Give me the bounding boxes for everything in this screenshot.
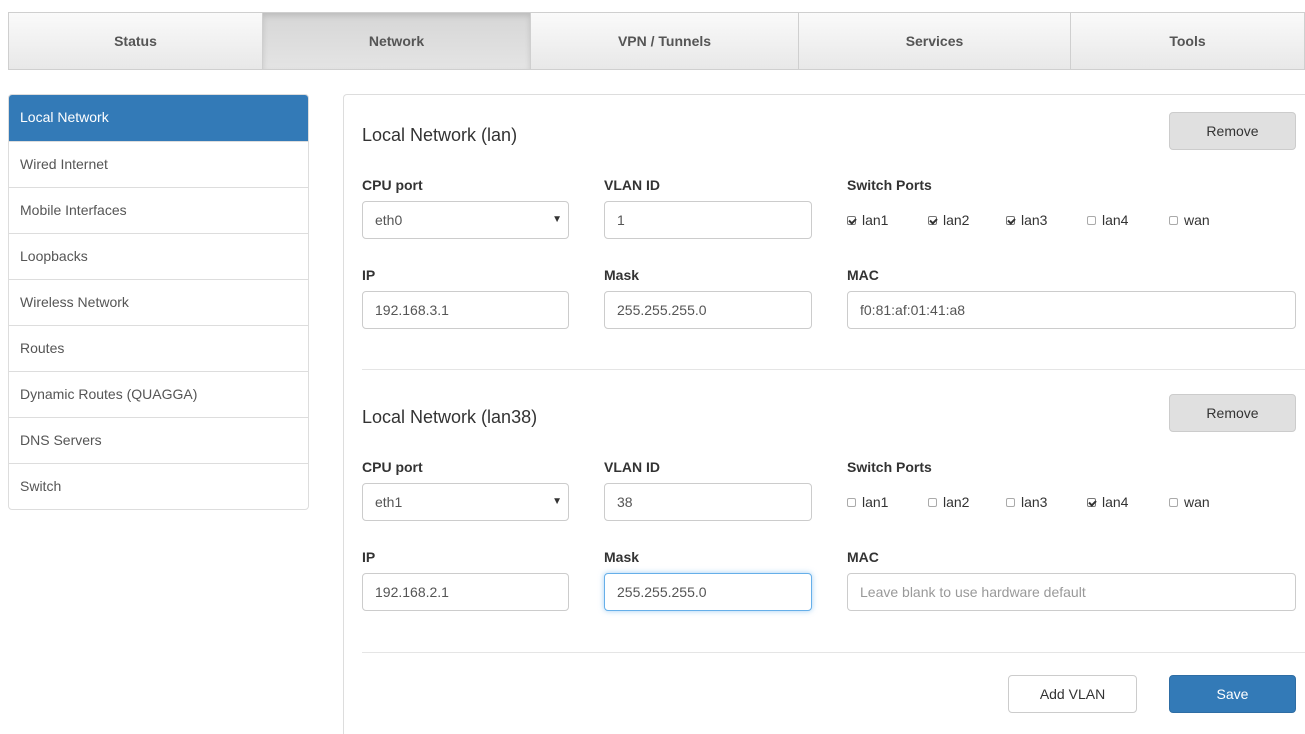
checkbox-icon[interactable] <box>1087 215 1096 225</box>
cpu-port-select[interactable]: eth1 ▼ <box>362 483 569 521</box>
port-label: lan2 <box>943 494 970 510</box>
tab-services[interactable]: Services <box>799 13 1071 69</box>
mask-input[interactable]: 255.255.255.0 <box>604 573 812 611</box>
save-button[interactable]: Save <box>1169 675 1296 713</box>
sidebar-item-wired-internet[interactable]: Wired Internet <box>9 141 308 187</box>
section-divider <box>362 369 1305 370</box>
port-label: lan4 <box>1102 494 1129 510</box>
cpu-port-label: CPU port <box>362 177 423 193</box>
port-label: lan3 <box>1021 494 1048 510</box>
checkbox-icon[interactable] <box>1087 497 1096 507</box>
network-title: Local Network (lan38) <box>362 407 538 427</box>
ip-input[interactable]: 192.168.2.1 <box>362 573 569 611</box>
vlan-id-input[interactable]: 1 <box>604 201 812 239</box>
cpu-port-label: CPU port <box>362 459 423 475</box>
tab-status[interactable]: Status <box>9 13 263 69</box>
sidebar-item-dns-servers[interactable]: DNS Servers <box>9 417 308 463</box>
port-lan3[interactable]: lan3 <box>1006 212 1087 228</box>
mask-label: Mask <box>604 549 640 565</box>
sidebar-item-mobile-interfaces[interactable]: Mobile Interfaces <box>9 187 308 233</box>
port-label: lan4 <box>1102 212 1129 228</box>
switch-ports-group: lan1 lan2 lan3 lan4 wan <box>847 494 1210 510</box>
port-label: lan1 <box>862 494 889 510</box>
port-label: lan1 <box>862 212 889 228</box>
ip-input[interactable]: 192.168.3.1 <box>362 291 569 329</box>
vlan-id-input[interactable]: 38 <box>604 483 812 521</box>
checkbox-icon[interactable] <box>1169 497 1178 507</box>
tab-tools[interactable]: Tools <box>1071 13 1305 69</box>
mac-input[interactable]: Leave blank to use hardware default <box>847 573 1296 611</box>
sidebar-item-routes[interactable]: Routes <box>9 325 308 371</box>
sidebar-item-wireless-network[interactable]: Wireless Network <box>9 279 308 325</box>
top-navigation: Status Network VPN / Tunnels Services To… <box>8 12 1305 70</box>
mac-label: MAC <box>847 549 879 565</box>
port-label: lan2 <box>943 212 970 228</box>
checkbox-icon[interactable] <box>847 497 856 507</box>
mask-input[interactable]: 255.255.255.0 <box>604 291 812 329</box>
port-lan1[interactable]: lan1 <box>847 494 928 510</box>
mac-label: MAC <box>847 267 879 283</box>
network-title: Local Network (lan) <box>362 125 518 145</box>
sidebar: Local Network Wired Internet Mobile Inte… <box>8 94 309 510</box>
sidebar-item-loopbacks[interactable]: Loopbacks <box>9 233 308 279</box>
sidebar-item-local-network[interactable]: Local Network <box>9 95 308 141</box>
tab-vpn-tunnels[interactable]: VPN / Tunnels <box>531 13 799 69</box>
checkbox-icon[interactable] <box>1006 215 1015 225</box>
port-lan4[interactable]: lan4 <box>1087 494 1169 510</box>
vlan-id-label: VLAN ID <box>604 177 660 193</box>
port-lan4[interactable]: lan4 <box>1087 212 1169 228</box>
sidebar-item-switch[interactable]: Switch <box>9 463 308 509</box>
checkbox-icon[interactable] <box>928 497 937 507</box>
remove-button[interactable]: Remove <box>1169 112 1296 150</box>
port-lan3[interactable]: lan3 <box>1006 494 1087 510</box>
mac-input[interactable]: f0:81:af:01:41:a8 <box>847 291 1296 329</box>
cpu-port-value: eth1 <box>375 494 403 510</box>
remove-button[interactable]: Remove <box>1169 394 1296 432</box>
port-label: wan <box>1184 212 1210 228</box>
section-divider <box>362 652 1305 653</box>
checkbox-icon[interactable] <box>928 215 937 225</box>
port-wan[interactable]: wan <box>1169 212 1210 228</box>
ip-label: IP <box>362 267 376 283</box>
chevron-down-icon: ▼ <box>552 496 562 507</box>
vlan-id-label: VLAN ID <box>604 459 660 475</box>
port-lan1[interactable]: lan1 <box>847 212 928 228</box>
switch-ports-label: Switch Ports <box>847 177 932 193</box>
port-label: wan <box>1184 494 1210 510</box>
ip-label: IP <box>362 549 376 565</box>
sidebar-item-dynamic-routes[interactable]: Dynamic Routes (QUAGGA) <box>9 371 308 417</box>
mask-label: Mask <box>604 267 640 283</box>
port-label: lan3 <box>1021 212 1048 228</box>
checkbox-icon[interactable] <box>1006 497 1015 507</box>
port-lan2[interactable]: lan2 <box>928 212 1006 228</box>
checkbox-icon[interactable] <box>847 215 856 225</box>
tab-network[interactable]: Network <box>263 13 531 69</box>
cpu-port-value: eth0 <box>375 212 403 228</box>
cpu-port-select[interactable]: eth0 ▼ <box>362 201 569 239</box>
port-lan2[interactable]: lan2 <box>928 494 1006 510</box>
chevron-down-icon: ▼ <box>552 214 562 225</box>
switch-ports-group: lan1 lan2 lan3 lan4 wan <box>847 212 1210 228</box>
port-wan[interactable]: wan <box>1169 494 1210 510</box>
checkbox-icon[interactable] <box>1169 215 1178 225</box>
add-vlan-button[interactable]: Add VLAN <box>1008 675 1137 713</box>
switch-ports-label: Switch Ports <box>847 459 932 475</box>
